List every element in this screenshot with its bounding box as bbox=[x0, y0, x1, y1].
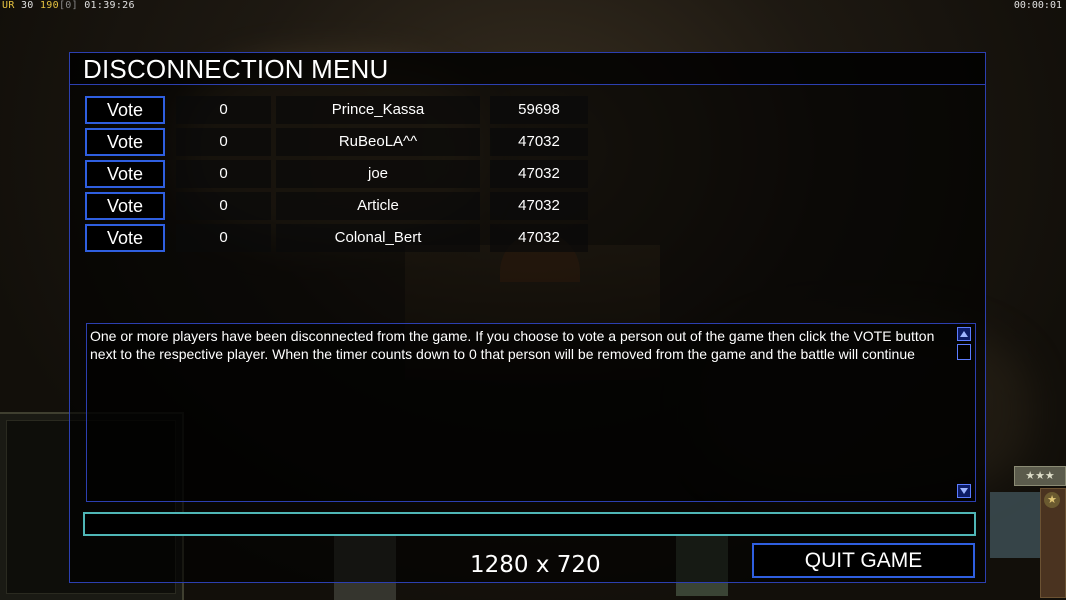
vote-timer: 0 bbox=[176, 192, 271, 220]
hud-status-readout: UR 30 190[0] 01:39:26 bbox=[2, 0, 135, 11]
vote-timer: 0 bbox=[176, 224, 271, 252]
vote-button[interactable]: Vote bbox=[85, 224, 165, 252]
general-star-icon[interactable]: ★ bbox=[1044, 492, 1060, 508]
player-ping: 59698 bbox=[490, 96, 588, 124]
vote-timer: 0 bbox=[176, 96, 271, 124]
scroll-thumb[interactable] bbox=[957, 344, 971, 360]
general-powers-strip: ★ bbox=[1040, 488, 1066, 598]
vote-timer: 0 bbox=[176, 160, 271, 188]
resolution-label: 1280 x 720 bbox=[470, 552, 601, 578]
vote-button[interactable]: Vote bbox=[85, 128, 165, 156]
player-ping: 47032 bbox=[490, 224, 588, 252]
dialog-title-bar: DISCONNECTION MENU bbox=[70, 53, 985, 85]
vote-button[interactable]: Vote bbox=[85, 96, 165, 124]
disconnect-message: One or more players have been disconnect… bbox=[90, 328, 935, 362]
disconnection-dialog: DISCONNECTION MENU Vote 0 Prince_Kassa 5… bbox=[69, 52, 986, 583]
player-name: joe bbox=[276, 160, 480, 188]
player-name: RuBeoLA^^ bbox=[276, 128, 480, 156]
game-clock: 01:39:26 bbox=[84, 0, 135, 11]
player-name: Article bbox=[276, 192, 480, 220]
vote-timer: 0 bbox=[176, 128, 271, 156]
player-ping: 47032 bbox=[490, 128, 588, 156]
message-scrollbar[interactable] bbox=[955, 324, 975, 501]
countdown-timer: 00:00:01 bbox=[1013, 0, 1062, 11]
quit-game-button[interactable]: QUIT GAME bbox=[752, 543, 975, 578]
vote-button[interactable]: Vote bbox=[85, 192, 165, 220]
dialog-title: DISCONNECTION MENU bbox=[83, 54, 389, 84]
message-box: One or more players have been disconnect… bbox=[86, 323, 976, 502]
vote-button[interactable]: Vote bbox=[85, 160, 165, 188]
chat-input[interactable] bbox=[83, 512, 976, 536]
player-name: Prince_Kassa bbox=[276, 96, 480, 124]
player-ping: 47032 bbox=[490, 192, 588, 220]
scroll-down-arrow-icon[interactable] bbox=[957, 484, 971, 498]
selected-unit-portrait bbox=[990, 492, 1040, 558]
player-ping: 47032 bbox=[490, 160, 588, 188]
player-name: Colonal_Bert bbox=[276, 224, 480, 252]
scroll-up-arrow-icon[interactable] bbox=[957, 327, 971, 341]
rank-stars: ★★★ bbox=[1014, 466, 1066, 486]
